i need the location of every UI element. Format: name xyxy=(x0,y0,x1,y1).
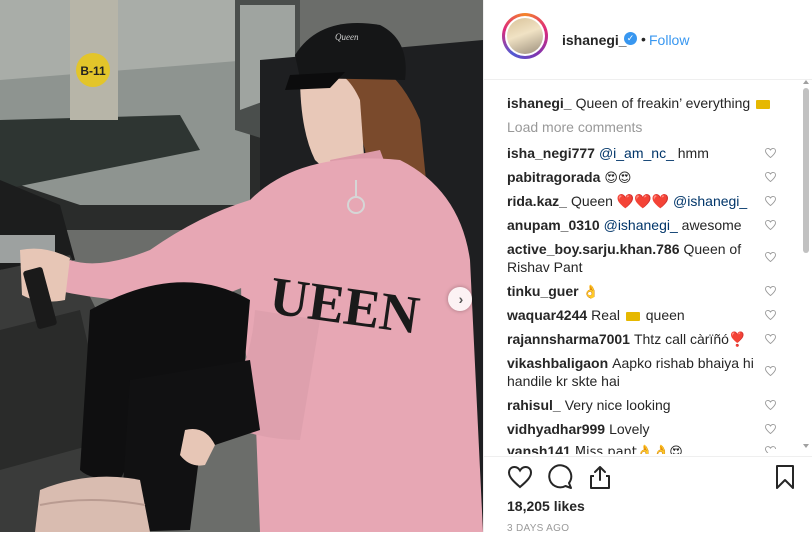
carousel-next-button[interactable]: › xyxy=(448,287,472,311)
comment-text: Real xyxy=(591,307,620,323)
crown-emoji-icon xyxy=(625,312,640,321)
comment-like-heart-icon[interactable] xyxy=(765,196,776,206)
comment-text: Lovely xyxy=(609,421,650,437)
pillar-sign-text: B-11 xyxy=(80,64,106,78)
comments-scrollbar[interactable] xyxy=(802,80,810,452)
comment-like-heart-icon[interactable] xyxy=(765,366,776,376)
comment-item: tinku_guer 👌 xyxy=(507,282,765,302)
avatar-image xyxy=(507,18,543,54)
comment-username[interactable]: rahisul_ xyxy=(507,397,561,413)
comment-like-heart-icon[interactable] xyxy=(765,252,776,262)
post-side-panel: ishanegi_ ✓ • Follow ishanegi_ Queen of f… xyxy=(483,0,812,534)
like-count[interactable]: 18,205 likes xyxy=(507,498,585,514)
comment-like-heart-icon[interactable] xyxy=(765,148,776,158)
post-timestamp[interactable]: 3 DAYS AGO xyxy=(507,523,569,534)
comment-item: vansh141 Miss pant👌👌😍 xyxy=(507,442,765,454)
crown-emoji-icon xyxy=(756,100,771,109)
comment-item: rajannsharma7001 Thtz call càrïñó❣️ xyxy=(507,330,765,348)
comment-username[interactable]: vidhyadhar999 xyxy=(507,421,605,437)
separator-dot: • xyxy=(641,31,646,47)
comment-username[interactable]: vikashbaligaon xyxy=(507,355,608,371)
comment-username[interactable]: vansh141 xyxy=(507,443,571,454)
post-caption: ishanegi_ Queen of freakin’ everything xyxy=(507,94,772,112)
comment-item: anupam_0310 @ishanegi_ awesome xyxy=(507,216,765,234)
comment-mention[interactable]: @ishanegi_ xyxy=(673,193,747,209)
comment-username[interactable]: active_boy.sarju.khan.786 xyxy=(507,241,680,257)
chevron-right-icon: › xyxy=(458,291,464,307)
username-link[interactable]: ishanegi_ xyxy=(562,32,627,48)
scroll-down-arrow-icon[interactable] xyxy=(803,444,809,448)
bookmark-icon[interactable] xyxy=(772,464,798,490)
comment-mention[interactable]: @i_am_nc_ xyxy=(599,145,674,161)
post-header: ishanegi_ ✓ • Follow xyxy=(484,0,812,80)
comment-item: pabitragorada 😍😍 xyxy=(507,168,765,188)
comment-username[interactable]: isha_negi777 xyxy=(507,145,595,161)
comment-text: hmm xyxy=(673,145,709,161)
scroll-thumb[interactable] xyxy=(803,88,809,253)
post-photo-artwork: B-11 Queen UEEN xyxy=(0,0,483,532)
comment-text: Thtz call càrïñó❣️ xyxy=(633,331,747,347)
comment-username[interactable]: waquar4244 xyxy=(507,307,587,323)
comment-like-heart-icon[interactable] xyxy=(765,172,776,182)
comment-bubble-icon[interactable] xyxy=(547,464,573,490)
comment-username[interactable]: anupam_0310 xyxy=(507,217,600,233)
comment-like-heart-icon[interactable] xyxy=(765,220,776,230)
comment-text: Queen ❤️❤️❤️ xyxy=(570,193,670,209)
comment-like-heart-icon[interactable] xyxy=(765,286,776,296)
comment-like-heart-icon[interactable] xyxy=(765,424,776,434)
comment-like-heart-icon[interactable] xyxy=(765,400,776,410)
comment-like-heart-icon[interactable] xyxy=(765,334,776,344)
comment-username[interactable]: tinku_guer xyxy=(507,283,579,299)
comment-text: Miss pant👌👌😍 xyxy=(574,445,683,454)
comment-text-2: queen xyxy=(645,307,685,323)
comment-item: isha_negi777 @i_am_nc_ hmm xyxy=(507,144,765,162)
avatar[interactable] xyxy=(502,13,548,59)
comment-like-heart-icon[interactable] xyxy=(765,310,776,320)
caption-text: Queen of freakin’ everything xyxy=(575,95,751,111)
verified-badge-icon: ✓ xyxy=(624,32,637,45)
share-upload-icon[interactable] xyxy=(587,464,613,490)
comment-text: Very nice looking xyxy=(564,397,671,413)
caption-username[interactable]: ishanegi_ xyxy=(507,95,572,111)
comment-item: vikashbaligaon Aapko rishab bhaiya hi han… xyxy=(507,354,765,390)
comment-item: vidhyadhar999 Lovely xyxy=(507,420,765,438)
comment-item: waquar4244 Real queen xyxy=(507,306,765,324)
comment-text: 👌 xyxy=(582,285,599,300)
comment-mention[interactable]: @ishanegi_ xyxy=(604,217,678,233)
heart-outline-icon[interactable] xyxy=(507,464,533,490)
post-photo[interactable]: B-11 Queen UEEN › xyxy=(0,0,483,532)
comment-item: active_boy.sarju.khan.786 Queen of Rishav… xyxy=(507,240,765,276)
comment-text: awesome xyxy=(677,217,742,233)
cap-text: Queen xyxy=(335,32,359,42)
follow-button[interactable]: Follow xyxy=(649,32,689,48)
comment-item: rahisul_ Very nice looking xyxy=(507,396,765,414)
post-actions-bar: 18,205 likes 3 DAYS AGO xyxy=(484,456,812,534)
comment-text: 😍😍 xyxy=(604,171,632,186)
comment-like-heart-icon[interactable] xyxy=(765,446,776,453)
comment-username[interactable]: rajannsharma7001 xyxy=(507,331,630,347)
scroll-up-arrow-icon[interactable] xyxy=(803,80,809,84)
comment-username[interactable]: rida.kaz_ xyxy=(507,193,567,209)
load-more-comments-button[interactable]: Load more comments xyxy=(507,119,642,135)
comment-item: rida.kaz_ Queen ❤️❤️❤️ @ishanegi_ xyxy=(507,192,765,210)
comment-username[interactable]: pabitragorada xyxy=(507,169,600,185)
